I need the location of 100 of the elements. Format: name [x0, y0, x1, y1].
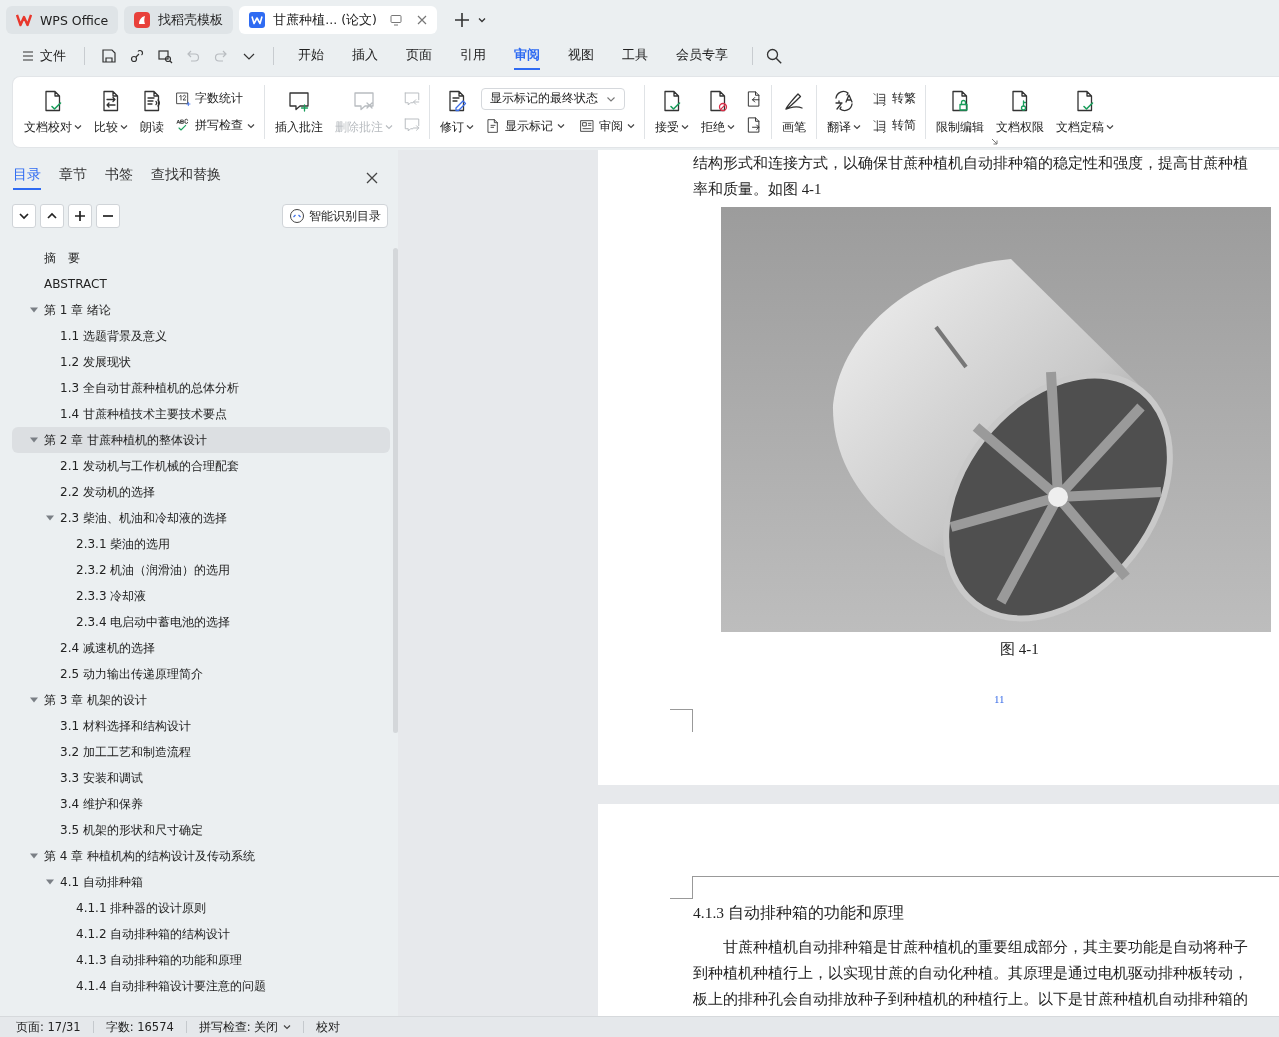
ribbon-button[interactable]: 文档校对	[19, 84, 87, 140]
ribbon-button[interactable]: 朗读	[135, 84, 169, 140]
outline-tool-button[interactable]	[96, 204, 120, 228]
outline-tool-button[interactable]	[68, 204, 92, 228]
close-icon[interactable]	[365, 171, 379, 185]
markup-icon	[485, 118, 501, 134]
ribbon-button[interactable]: 审阅	[575, 115, 639, 137]
scrollbar[interactable]	[393, 248, 398, 733]
search-icon[interactable]	[765, 47, 783, 65]
undo-icon	[185, 48, 201, 64]
outline-item[interactable]: 3.4 维护和保养	[12, 791, 390, 817]
caret-icon	[627, 123, 635, 129]
caret-icon	[1106, 124, 1114, 130]
outline-item[interactable]: 2.5 动力输出传递原理简介	[12, 661, 390, 687]
smart-icon	[289, 208, 305, 224]
caret-icon	[247, 122, 255, 129]
outline-item[interactable]: 1.1 选题背景及意义	[12, 323, 390, 349]
ribbon-button[interactable]: 转繁	[868, 88, 920, 109]
status-item[interactable]: 字数: 16574	[105, 1019, 174, 1035]
outline-item[interactable]: 4.1.1 排种器的设计原则	[12, 895, 390, 921]
panel-tab[interactable]: 章节	[59, 166, 87, 190]
figure-caption: 图 4-1	[1000, 640, 1039, 659]
document-tab[interactable]: 找稻壳模板	[124, 6, 234, 34]
document-tab[interactable]: 甘蔗种植... (论文)	[239, 6, 437, 34]
outline-item[interactable]: 2.2 发动机的选择	[12, 479, 390, 505]
panel-tab[interactable]: 书签	[105, 166, 133, 190]
outline-item[interactable]: 2.1 发动机与工作机械的合理配套	[12, 453, 390, 479]
ribbon-button[interactable]: 插入批注	[270, 84, 328, 140]
menu-tab[interactable]: 工具	[622, 42, 648, 70]
menu-tab[interactable]: 插入	[352, 42, 378, 70]
outline-item[interactable]: 第 3 章 机架的设计	[12, 687, 390, 713]
outline-item[interactable]: 2.3.4 电启动中蓄电池的选择	[12, 609, 390, 635]
outline-item[interactable]: ABSTRACT	[12, 271, 390, 297]
menu-tab[interactable]: 视图	[568, 42, 594, 70]
outline-item[interactable]: 4.1.3 自动排种箱的功能和原理	[12, 947, 390, 973]
outline-item[interactable]: 第 1 章 绪论	[12, 297, 390, 323]
caret-icon	[74, 124, 82, 130]
outline-item[interactable]: 1.3 全自动甘蔗种植机的总体分析	[12, 375, 390, 401]
ribbon-button[interactable]: 比较	[89, 84, 133, 140]
status-item[interactable]: 校对	[316, 1019, 341, 1035]
smart-toc-button[interactable]: 智能识别目录	[282, 204, 388, 228]
outline-item[interactable]: 第 2 章 甘蔗种植机的整体设计	[12, 427, 390, 453]
ribbon-button[interactable]: 转简	[868, 115, 920, 136]
status-item[interactable]: 页面: 17/31	[16, 1019, 81, 1035]
outline-item[interactable]: 1.4 甘蔗种植技术主要技术要点	[12, 401, 390, 427]
markup-dropdown[interactable]: 显示标记的最终状态	[481, 87, 625, 110]
outline-item[interactable]: 1.2 发展现状	[12, 349, 390, 375]
file-menu[interactable]: 文件	[16, 47, 72, 65]
outline-item[interactable]: 2.3 柴油、机油和冷却液的选择	[12, 505, 390, 531]
caret-icon	[283, 1024, 292, 1030]
ribbon-button[interactable]: 拼写检查	[171, 115, 259, 136]
body-text: 到种植机种植行上，以实现甘蔗的自动化种植。其原理是通过电机驱动排种板转动，	[693, 964, 1249, 983]
review-pane-icon	[579, 118, 595, 134]
section-heading: 4.1.3 自动排种箱的功能和原理	[693, 903, 905, 923]
chevron-down-icon[interactable]	[476, 15, 487, 25]
outline-item[interactable]: 4.1 自动排种箱	[12, 869, 390, 895]
panel-tab[interactable]: 查找和替换	[151, 166, 221, 190]
ribbon-button[interactable]: 翻译	[822, 84, 866, 140]
menu-tab[interactable]: 开始	[298, 42, 324, 70]
ribbon-button[interactable]: 文档定稿	[1051, 84, 1119, 140]
outline-item[interactable]: 4.1.4 自动排种箱设计要注意的问题	[12, 973, 390, 999]
outline-item[interactable]: 2.3.3 冷却液	[12, 583, 390, 609]
outline-item[interactable]: 3.1 材料选择和结构设计	[12, 713, 390, 739]
outline-item[interactable]: 3.3 安装和调试	[12, 765, 390, 791]
menu-tab[interactable]: 页面	[406, 42, 432, 70]
outline-item[interactable]: 2.4 减速机的选择	[12, 635, 390, 661]
menu-tab[interactable]: 审阅	[514, 42, 540, 70]
outline-item[interactable]: 摘 要	[12, 245, 390, 271]
status-item[interactable]: 拼写检查: 关闭	[198, 1019, 292, 1035]
panel-tab[interactable]: 目录	[13, 166, 41, 190]
outline-tool-button[interactable]	[40, 204, 64, 228]
ribbon-button[interactable]: 字数统计	[171, 88, 259, 109]
ribbon-button[interactable]: 接受	[650, 84, 694, 140]
caret-icon	[120, 124, 128, 130]
outline-item[interactable]: 2.3.2 机油（润滑油）的选用	[12, 557, 390, 583]
caret-icon	[557, 123, 565, 129]
body-text: 结构形式和连接方式，以确保甘蔗种植机自动排种箱的稳定性和强度，提高甘蔗种植	[693, 154, 1249, 173]
outline-item[interactable]: 2.3.1 柴油的选用	[12, 531, 390, 557]
outline-tool-button[interactable]	[12, 204, 36, 228]
ribbon-button[interactable]: 画笔	[777, 84, 811, 140]
monitor-icon[interactable]	[388, 13, 403, 27]
outline-item[interactable]: 第 4 章 种植机构的结构设计及传动系统	[12, 843, 390, 869]
menu-tab[interactable]: 会员专享	[676, 42, 728, 70]
document-tab[interactable]: WPS Office	[6, 6, 119, 34]
outline-item[interactable]: 4.1.2 自动排种箱的结构设计	[12, 921, 390, 947]
logo-icon	[16, 12, 32, 28]
ribbon-button[interactable]: 限制编辑	[931, 84, 989, 140]
menu-tab[interactable]: 引用	[460, 42, 486, 70]
ribbon-button[interactable]: 文档权限	[991, 84, 1049, 140]
body-text: 甘蔗种植机自动排种箱是甘蔗种植机的重要组成部分，其主要功能是自动将种子	[721, 938, 1249, 957]
outline-item[interactable]: 3.2 加工工艺和制造流程	[12, 739, 390, 765]
body-text: 率和质量。如图 4-1	[693, 180, 823, 199]
outline-item[interactable]: 3.5 机架的形状和尺寸确定	[12, 817, 390, 843]
translate-icon	[832, 88, 856, 113]
ribbon-button[interactable]: 显示标记	[481, 115, 569, 137]
plus-icon[interactable]	[452, 11, 471, 29]
ribbon-button[interactable]: 修订	[435, 84, 479, 140]
dialog-launcher-icon[interactable]	[991, 138, 998, 145]
template-icon	[134, 12, 151, 28]
ribbon-button[interactable]: 拒绝	[696, 84, 740, 140]
